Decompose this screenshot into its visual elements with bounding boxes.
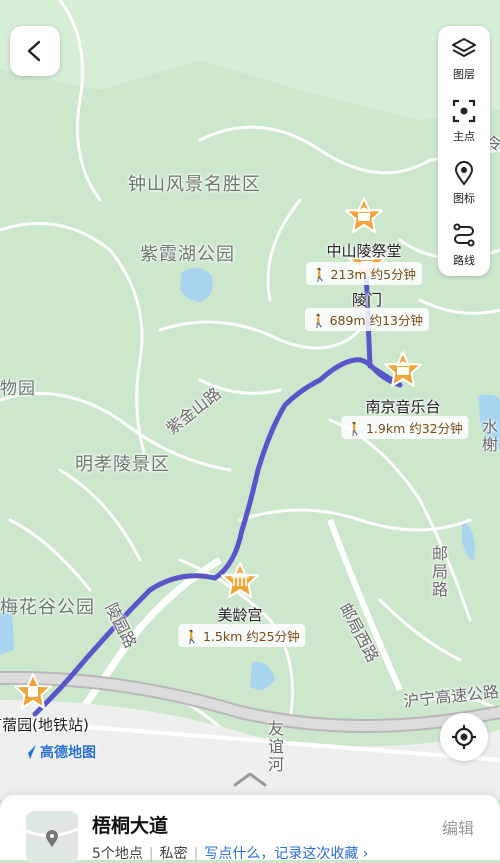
poi-name-lingmen[interactable]: 陵门 — [352, 289, 382, 310]
locate-button[interactable] — [440, 713, 488, 761]
collection-thumbnail — [26, 811, 78, 863]
walk-icon: 🚶 — [311, 313, 327, 328]
layers-label: 图层 — [453, 68, 475, 81]
map-thumbnail-icon — [26, 811, 78, 863]
amap-logo-icon — [22, 745, 36, 759]
poi-marker-muxuyuan[interactable] — [14, 673, 52, 709]
route-icon — [453, 223, 475, 247]
amap-logo: 高德地图 — [20, 742, 96, 762]
locate-icon — [452, 725, 476, 749]
walk-icon: 🚶 — [311, 267, 328, 282]
collection-meta: 5个地点 | 私密 | 写点什么，记录这次收藏 › — [92, 843, 368, 863]
poi-marker-yinyuetai[interactable] — [384, 351, 422, 387]
markers-label: 图标 — [453, 192, 475, 205]
walk-icon: 🚶 — [184, 629, 200, 644]
poi-name-muxuyuan[interactable]: 苜蓿园(地铁站) — [0, 714, 89, 735]
poi-name-yinyuetai[interactable]: 南京音乐台 — [365, 396, 440, 417]
poi-walk-yinyuetai: 🚶 1.9km 约32分钟 — [341, 416, 469, 439]
poi-name-zhongshan-jitang[interactable]: 中山陵祭堂 — [326, 240, 401, 261]
poi-walk-zhongshan-jitang: 🚶 213m 约5分钟 — [305, 262, 423, 285]
focus-icon — [452, 99, 476, 123]
poi-marker-meilinggong[interactable] — [221, 562, 259, 598]
route-button[interactable]: 路线 — [438, 214, 490, 274]
poi-walk-lingmen: 🚶 689m 约13分钟 — [305, 308, 429, 331]
poi-walk-meilinggong: 🚶 1.5km 约25分钟 — [178, 624, 306, 647]
route-label: 路线 — [453, 254, 475, 267]
edit-button[interactable]: 编辑 — [442, 815, 474, 839]
main-point-label: 主点 — [453, 130, 475, 143]
back-button[interactable] — [10, 26, 60, 76]
back-arrow-icon — [27, 40, 41, 62]
poi-marker-zhongshan-jitang[interactable] — [345, 197, 383, 233]
walk-icon: 🚶 — [347, 421, 363, 436]
markers-button[interactable]: 图标 — [438, 152, 490, 212]
sheet-expand-chevron-icon[interactable] — [232, 770, 268, 788]
map-toolbar: 图层 主点 图标 路线 — [438, 26, 490, 276]
poi-name-meilinggong[interactable]: 美龄宫 — [217, 604, 262, 625]
layers-button[interactable]: 图层 — [438, 28, 490, 88]
layers-icon — [452, 38, 476, 57]
main-point-button[interactable]: 主点 — [438, 90, 490, 150]
pin-icon — [454, 161, 474, 186]
collection-sheet[interactable]: 梧桐大道 5个地点 | 私密 | 写点什么，记录这次收藏 › 编辑 — [0, 795, 500, 863]
collection-title: 梧桐大道 — [92, 815, 169, 837]
